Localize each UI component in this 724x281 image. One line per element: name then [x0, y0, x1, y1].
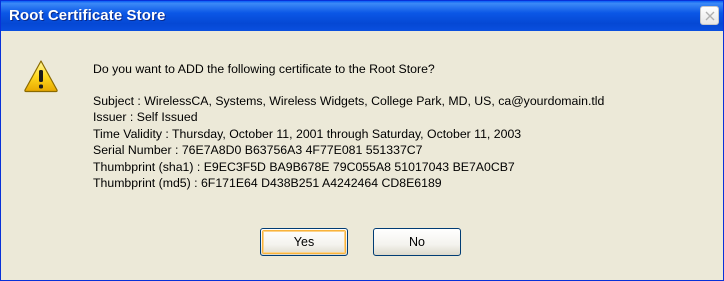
warning-icon	[24, 60, 58, 93]
title-bar[interactable]: Root Certificate Store	[1, 1, 723, 31]
yes-button[interactable]: Yes	[260, 228, 348, 256]
detail-issuer: Issuer : Self Issued	[93, 110, 198, 124]
confirm-question: Do you want to ADD the following certifi…	[93, 62, 435, 76]
detail-thumbprint-md5: Thumbprint (md5) : 6F171E64 D438B251 A42…	[93, 176, 442, 190]
dialog-title: Root Certificate Store	[9, 7, 166, 24]
close-button[interactable]	[700, 6, 719, 25]
no-button[interactable]: No	[373, 228, 461, 256]
no-button-label: No	[409, 235, 425, 249]
yes-button-label: Yes	[293, 235, 315, 249]
detail-time-validity: Time Validity : Thursday, October 11, 20…	[93, 126, 522, 141]
detail-serial-number: Serial Number : 76E7A8D0 B63756A3 4F77E0…	[93, 143, 423, 157]
detail-subject: Subject : WirelessCA, Systems, Wireless …	[93, 93, 605, 108]
close-icon	[705, 11, 715, 21]
detail-thumbprint-sha1: Thumbprint (sha1) : E9EC3F5D BA9B678E 79…	[93, 159, 515, 174]
message-body: Do you want to ADD the following certifi…	[93, 61, 604, 192]
dialog-window: Root Certificate Store Do you want to AD…	[0, 0, 724, 281]
